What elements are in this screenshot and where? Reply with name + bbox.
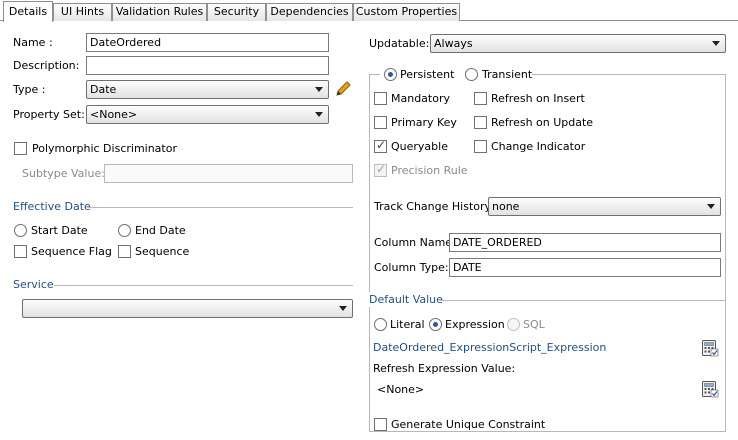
column-type-label: Column Type: xyxy=(374,261,449,274)
updatable-select-value: Always xyxy=(434,37,473,50)
queryable-checkbox[interactable]: ✓ xyxy=(374,138,387,153)
sql-radio[interactable] xyxy=(507,318,520,331)
pencil-icon[interactable] xyxy=(333,79,353,99)
start-date-label: Start Date xyxy=(31,224,88,237)
default-value-divider xyxy=(440,300,726,301)
type-select-value: Date xyxy=(90,83,117,96)
expression-label: Expression xyxy=(445,318,505,331)
tab-validation-rules[interactable]: Validation Rules xyxy=(112,3,207,21)
tab-dependencies[interactable]: Dependencies xyxy=(266,3,353,21)
chevron-down-icon xyxy=(315,112,323,117)
column-type-field[interactable]: DATE xyxy=(449,258,721,277)
mandatory-label: Mandatory xyxy=(391,92,451,105)
effective-date-divider xyxy=(88,207,353,208)
start-date-radio[interactable] xyxy=(14,224,27,237)
primary-key-checkbox[interactable] xyxy=(374,116,387,129)
generate-unique-constraint-checkbox[interactable] xyxy=(374,418,387,431)
generate-unique-constraint-label: Generate Unique Constraint xyxy=(391,418,546,431)
end-date-radio[interactable] xyxy=(118,224,131,237)
property-set-select-value: <None> xyxy=(90,108,138,121)
sequence-checkbox[interactable] xyxy=(118,245,131,258)
chevron-down-icon xyxy=(315,87,323,92)
mandatory-checkbox[interactable] xyxy=(374,92,387,105)
property-set-label: Property Set: xyxy=(13,108,85,121)
change-indicator-checkbox[interactable] xyxy=(474,140,487,153)
sql-label: SQL xyxy=(523,318,545,331)
expression-script-link[interactable]: DateOrdered_ExpressionScript_Expression xyxy=(373,341,606,355)
queryable-label: Queryable xyxy=(391,140,448,153)
name-label: Name : xyxy=(13,36,53,49)
radio-selected-dot xyxy=(433,322,438,327)
literal-label: Literal xyxy=(390,318,425,331)
property-set-select[interactable]: <None> xyxy=(86,105,329,124)
tab-custom-properties[interactable]: Custom Properties xyxy=(353,3,460,21)
expression-radio[interactable] xyxy=(429,318,442,331)
refresh-on-insert-label: Refresh on Insert xyxy=(491,92,585,105)
track-change-history-select[interactable]: none xyxy=(488,197,721,216)
sequence-flag-label: Sequence Flag xyxy=(31,245,112,258)
persistent-label: Persistent xyxy=(400,68,455,81)
end-date-label: End Date xyxy=(135,224,186,237)
subtype-value-field[interactable] xyxy=(104,164,353,183)
check-icon: ✓ xyxy=(376,162,387,176)
updatable-select[interactable]: Always xyxy=(430,34,726,53)
transient-label: Transient xyxy=(482,68,533,81)
refresh-on-update-label: Refresh on Update xyxy=(491,116,594,129)
check-icon: ✓ xyxy=(376,138,387,152)
sequence-label: Sequence xyxy=(135,245,190,258)
transient-radio[interactable] xyxy=(465,68,478,81)
service-header: Service xyxy=(13,278,54,291)
radio-selected-dot xyxy=(388,72,393,77)
calculator-icon[interactable] xyxy=(701,339,719,357)
chevron-down-icon xyxy=(339,306,347,311)
description-field[interactable] xyxy=(86,56,329,75)
chevron-down-icon xyxy=(712,41,720,46)
service-select[interactable] xyxy=(22,299,353,318)
calculator-icon[interactable] xyxy=(701,380,719,398)
type-label: Type : xyxy=(13,83,46,96)
subtype-value-label: Subtype Value: xyxy=(22,167,105,180)
column-name-label: Column Name: xyxy=(374,236,456,249)
polymorphic-discriminator-checkbox[interactable] xyxy=(14,142,27,155)
persistent-radio[interactable] xyxy=(384,68,397,81)
precision-rule-checkbox[interactable]: ✓ xyxy=(374,162,387,177)
polymorphic-discriminator-label: Polymorphic Discriminator xyxy=(32,142,177,155)
primary-key-label: Primary Key xyxy=(391,116,457,129)
chevron-down-icon xyxy=(707,204,715,209)
change-indicator-label: Change Indicator xyxy=(491,140,586,153)
type-select[interactable]: Date xyxy=(86,80,329,99)
tab-details[interactable]: Details xyxy=(3,1,53,22)
precision-rule-label: Precision Rule xyxy=(391,164,468,177)
service-divider xyxy=(54,285,353,286)
tab-ui-hints[interactable]: UI Hints xyxy=(53,3,112,21)
name-field[interactable]: DateOrdered xyxy=(86,33,329,52)
tab-bar: Details UI Hints Validation Rules Securi… xyxy=(0,0,738,22)
refresh-expression-value-label: Refresh Expression Value: xyxy=(373,362,516,375)
column-name-field[interactable]: DATE_ORDERED xyxy=(449,233,721,252)
tab-security[interactable]: Security xyxy=(207,3,266,21)
refresh-on-update-checkbox[interactable] xyxy=(474,116,487,129)
effective-date-header: Effective Date xyxy=(13,200,91,213)
updatable-label: Updatable: xyxy=(369,37,430,50)
track-change-history-value: none xyxy=(492,200,520,213)
default-value-header: Default Value xyxy=(369,293,443,306)
literal-radio[interactable] xyxy=(374,318,387,331)
refresh-on-insert-checkbox[interactable] xyxy=(474,92,487,105)
refresh-expression-value: <None> xyxy=(377,383,425,396)
sequence-flag-checkbox[interactable] xyxy=(14,245,27,258)
description-label: Description: xyxy=(13,59,80,72)
track-change-history-label: Track Change History: xyxy=(374,200,494,213)
